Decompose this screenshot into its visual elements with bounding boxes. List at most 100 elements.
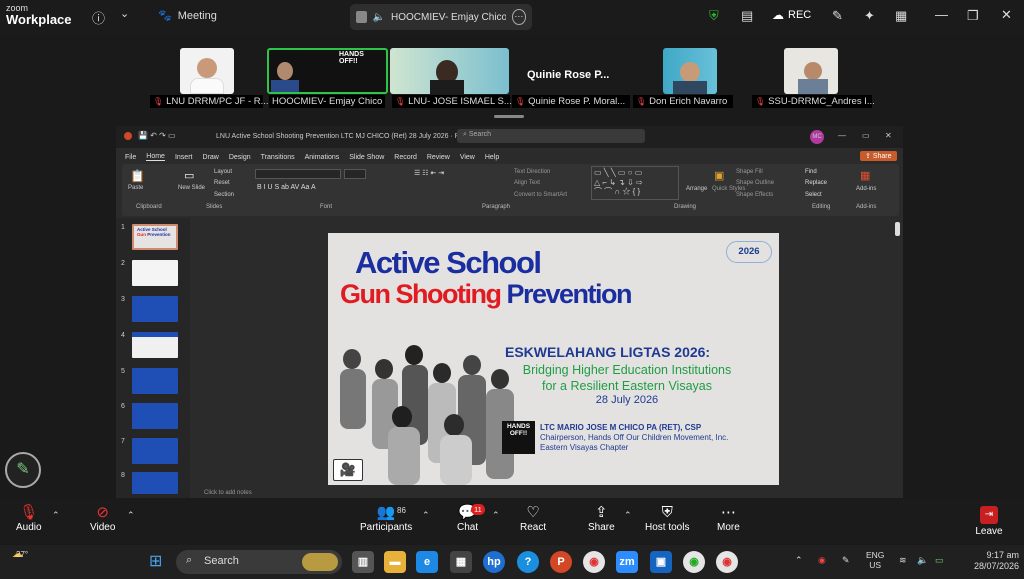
menu-record[interactable]: Record <box>394 154 417 161</box>
bullets-icon[interactable]: ☰ ☷ ⇤ ⇥ <box>414 169 444 177</box>
ppt-share-button[interactable]: ⇪ Share <box>860 151 897 161</box>
video-options-chevron-icon[interactable]: ⌃ <box>127 510 135 521</box>
participant-video-5[interactable] <box>663 48 717 94</box>
chrome-icon[interactable]: ◉ <box>583 551 605 573</box>
notes-pane[interactable]: Click to add notes <box>202 490 903 498</box>
select-button[interactable]: Select <box>805 192 822 198</box>
participant-name-tile[interactable]: Quinie Rose P... <box>527 69 609 81</box>
participant-video-3[interactable] <box>390 48 509 94</box>
annotate-pencil-icon[interactable]: ✎ <box>5 452 41 488</box>
tray-app-icon[interactable]: ◉ <box>818 555 826 566</box>
hp-icon[interactable]: hp <box>483 551 505 573</box>
powerpoint-icon[interactable]: P <box>550 551 572 573</box>
new-slide-icon[interactable]: ▭ <box>184 169 194 182</box>
chevron-down-icon[interactable]: ⌄ <box>120 7 129 20</box>
pen-icon[interactable]: ✎ <box>832 8 843 24</box>
leave-button[interactable]: ⇥ Leave <box>974 506 1004 537</box>
slide-thumbnail[interactable] <box>132 332 178 358</box>
smartart-button[interactable]: Convert to SmartArt <box>514 192 567 198</box>
slide-thumbnail[interactable] <box>132 403 178 429</box>
font-format-buttons[interactable]: B I U S ab AV Aa A <box>257 184 316 191</box>
chrome-profile-icon[interactable]: ◉ <box>683 551 705 573</box>
shape-effects-button[interactable]: Shape Effects <box>736 192 773 198</box>
slide-thumbnail[interactable] <box>132 438 178 464</box>
edge-icon[interactable]: e <box>416 551 438 573</box>
store-icon[interactable]: ▦ <box>450 551 472 573</box>
slide-thumbnail[interactable] <box>132 260 178 286</box>
outlook-icon[interactable]: ▣ <box>650 551 672 573</box>
font-size-select[interactable] <box>344 169 366 179</box>
host-tools-button[interactable]: ⛨ Host tools <box>645 504 689 533</box>
vertical-scrollbar[interactable] <box>895 222 900 236</box>
addins-icon[interactable]: ▦ <box>860 169 870 182</box>
paste-button[interactable]: Paste <box>128 185 143 191</box>
autosave-icon[interactable] <box>124 132 132 140</box>
close-icon[interactable]: ✕ <box>1001 7 1012 23</box>
participants-chevron-icon[interactable]: ⌃ <box>422 510 430 521</box>
shape-outline-button[interactable]: Shape Outline <box>736 180 774 186</box>
addins-button[interactable]: Add-ins <box>856 186 876 192</box>
ppt-search-box[interactable]: ⌕ Search <box>457 129 645 143</box>
new-slide-button[interactable]: New Slide <box>178 185 205 191</box>
help-icon[interactable]: ? <box>517 551 539 573</box>
search-highlight-image[interactable] <box>302 553 338 571</box>
quick-access-icons[interactable]: 💾 ↶ ↷ ▭ <box>138 131 176 140</box>
find-button[interactable]: Find <box>805 169 817 175</box>
file-explorer-icon[interactable]: ▬ <box>384 551 406 573</box>
video-button[interactable]: ⊘ Video <box>90 504 115 533</box>
clock[interactable]: 9:17 am 28/07/2026 <box>963 550 1019 573</box>
paste-icon[interactable]: 📋 <box>130 169 145 183</box>
volume-icon[interactable]: 🔈 <box>917 555 928 566</box>
tray-pen-icon[interactable]: ✎ <box>842 555 850 566</box>
menu-home[interactable]: Home <box>146 153 165 161</box>
language-indicator[interactable]: ENG US <box>866 550 884 570</box>
task-view-icon[interactable]: ▥ <box>352 551 374 573</box>
menu-draw[interactable]: Draw <box>202 154 218 161</box>
text-direction-button[interactable]: Text Direction <box>514 169 550 175</box>
ppt-close-icon[interactable]: ✕ <box>885 131 892 140</box>
shapes-gallery[interactable]: ▭ ╲ ╲ ▭ ○ ▭ △ ⌐ ↳ ↴ ⇩ ⇨ ⌒ ⌒ ∩ ☆ { } <box>591 166 679 200</box>
more-button[interactable]: ⋯ More <box>717 504 740 533</box>
zoom-app-icon[interactable]: zm <box>616 551 638 573</box>
recording-indicator[interactable]: ☁ REC <box>772 8 811 22</box>
wifi-icon[interactable]: ≋ <box>899 555 907 566</box>
shape-fill-button[interactable]: Shape Fill <box>736 169 763 175</box>
menu-animations[interactable]: Animations <box>305 154 340 161</box>
font-family-select[interactable] <box>255 169 341 179</box>
screen-share-indicator[interactable]: 🔈 HOOCMIEV- Emjay Chico's s ··· <box>350 4 532 30</box>
chrome-icon-2[interactable]: ◉ <box>716 551 738 573</box>
notes-icon[interactable]: ▤ <box>741 8 753 24</box>
menu-review[interactable]: Review <box>427 154 450 161</box>
menu-help[interactable]: Help <box>485 154 499 161</box>
restore-icon[interactable]: ❐ <box>967 8 979 24</box>
menu-design[interactable]: Design <box>229 154 251 161</box>
audio-options-chevron-icon[interactable]: ⌃ <box>52 510 60 521</box>
slide-thumbnail[interactable]: Active School Gun Prevention <box>132 224 178 250</box>
shield-check-icon[interactable]: ⛨ <box>709 8 719 24</box>
minimize-icon[interactable]: — <box>935 7 948 22</box>
current-slide[interactable]: Active School Gun Shooting Prevention 20… <box>328 233 779 485</box>
participant-video-active-speaker[interactable]: HANDS OFF!! <box>267 48 388 94</box>
slide-thumbnail[interactable] <box>132 296 178 322</box>
participant-video-6[interactable] <box>784 48 838 94</box>
more-options-icon[interactable]: ··· <box>511 9 527 25</box>
menu-insert[interactable]: Insert <box>175 154 193 161</box>
slide-thumbnail[interactable] <box>132 368 178 394</box>
menu-file[interactable]: File <box>125 154 136 161</box>
ppt-restore-icon[interactable]: ▭ <box>862 131 870 140</box>
weather-temp[interactable]: 27° <box>16 550 28 559</box>
react-button[interactable]: ♡ React <box>520 504 546 533</box>
chat-chevron-icon[interactable]: ⌃ <box>492 510 500 521</box>
share-screen-button[interactable]: ⇪ Share <box>588 504 615 533</box>
sparkle-icon[interactable]: ✦ <box>864 8 875 24</box>
battery-icon[interactable]: ▭ <box>935 555 944 566</box>
align-text-button[interactable]: Align Text <box>514 180 540 186</box>
tray-chevron-icon[interactable]: ⌃ <box>795 555 803 566</box>
apps-grid-icon[interactable]: ▦ <box>895 8 907 24</box>
participant-video-1[interactable] <box>180 48 234 94</box>
layout-button[interactable]: Layout <box>214 169 232 175</box>
audio-button[interactable]: 🎙 Audio <box>16 504 42 533</box>
strip-resize-handle[interactable] <box>494 115 524 118</box>
ppt-minimize-icon[interactable]: — <box>838 131 846 140</box>
info-icon[interactable]: ⓘ <box>92 8 105 27</box>
